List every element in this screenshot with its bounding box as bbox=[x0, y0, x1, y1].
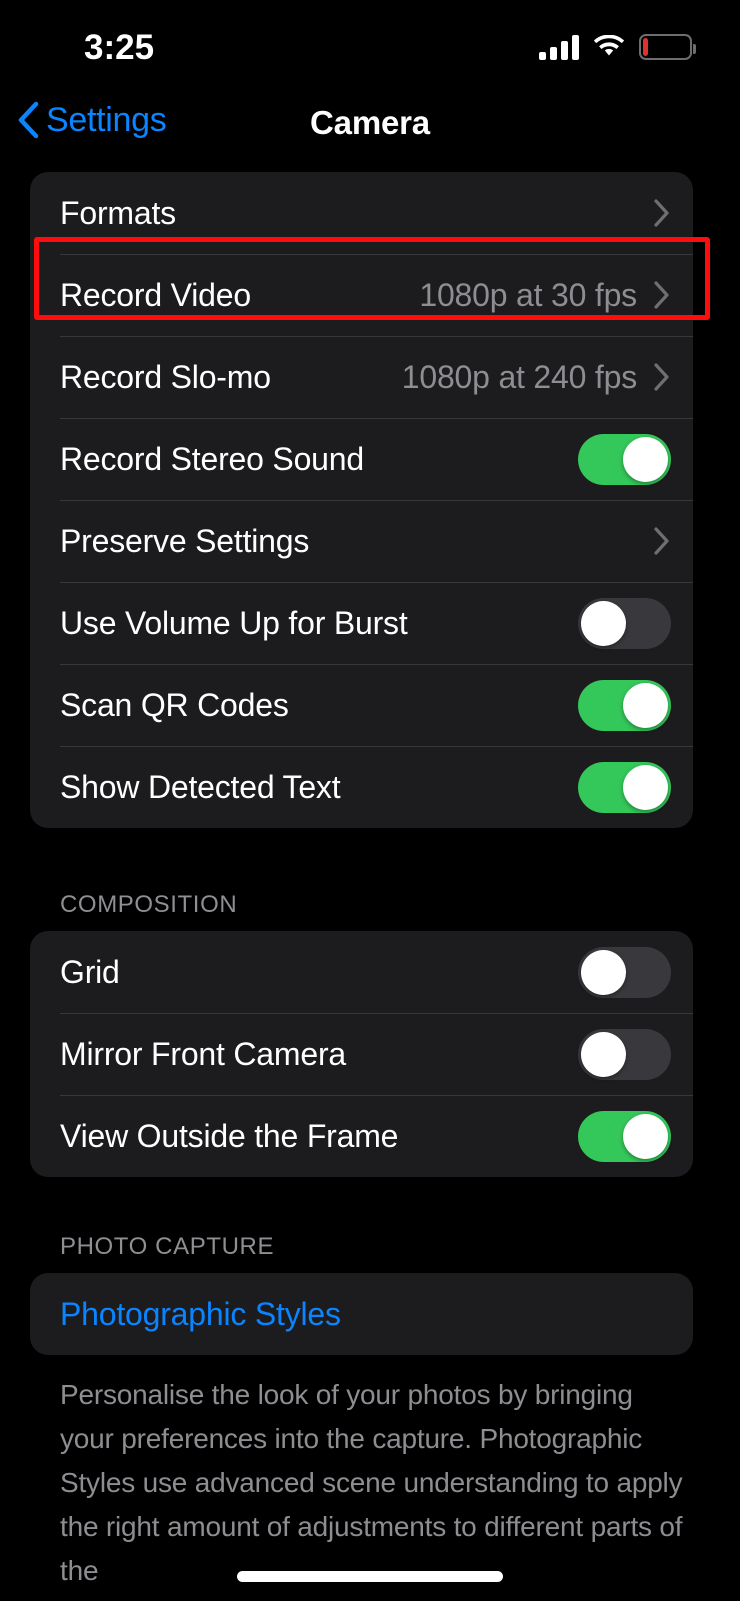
settings-list: Formats Record Video 1080p at 30 fps Rec… bbox=[0, 172, 740, 1593]
row-formats[interactable]: Formats bbox=[30, 172, 693, 254]
status-bar: 3:25 bbox=[0, 0, 740, 92]
row-mirror-front-camera[interactable]: Mirror Front Camera bbox=[30, 1013, 693, 1095]
toggle-view-outside-the-frame[interactable] bbox=[578, 1110, 671, 1162]
row-label: Use Volume Up for Burst bbox=[60, 604, 408, 641]
home-indicator[interactable] bbox=[237, 1571, 503, 1582]
row-label: Mirror Front Camera bbox=[60, 1035, 347, 1072]
chevron-right-icon bbox=[654, 527, 669, 555]
row-label: Preserve Settings bbox=[60, 522, 310, 559]
row-preserve-settings[interactable]: Preserve Settings bbox=[30, 500, 693, 582]
chevron-right-icon bbox=[654, 199, 669, 227]
navigation-bar: Settings Camera bbox=[0, 92, 740, 172]
row-label: Record Stereo Sound bbox=[60, 440, 364, 477]
group-header-photo-capture: PHOTO CAPTURE bbox=[60, 1233, 275, 1260]
chevron-right-icon bbox=[654, 281, 669, 309]
row-photographic-styles[interactable]: Photographic Styles bbox=[30, 1273, 693, 1355]
wifi-icon bbox=[593, 35, 625, 56]
toggle-scan-qr-codes[interactable] bbox=[578, 679, 671, 731]
row-value: 1080p at 240 fps bbox=[401, 358, 637, 395]
row-value: 1080p at 30 fps bbox=[419, 276, 637, 313]
row-record-video[interactable]: Record Video 1080p at 30 fps bbox=[30, 254, 693, 336]
row-label: Grid bbox=[60, 953, 120, 990]
row-use-volume-up-for-burst[interactable]: Use Volume Up for Burst bbox=[30, 582, 693, 664]
row-label: Photographic Styles bbox=[60, 1295, 341, 1332]
row-label: View Outside the Frame bbox=[60, 1117, 399, 1154]
page-title: Camera bbox=[310, 104, 430, 141]
battery-low-icon bbox=[639, 34, 696, 60]
toggle-record-stereo-sound[interactable] bbox=[578, 433, 671, 485]
toggle-use-volume-up-for-burst[interactable] bbox=[578, 597, 671, 649]
toggle-grid[interactable] bbox=[578, 946, 671, 998]
cellular-bars-icon bbox=[539, 34, 579, 60]
chevron-right-icon bbox=[654, 363, 669, 391]
settings-group-composition: Grid Mirror Front Camera View Outside th… bbox=[30, 931, 693, 1177]
row-view-outside-the-frame[interactable]: View Outside the Frame bbox=[30, 1095, 693, 1177]
row-record-slo-mo[interactable]: Record Slo-mo 1080p at 240 fps bbox=[30, 336, 693, 418]
status-time: 3:25 bbox=[84, 28, 155, 67]
row-record-stereo-sound[interactable]: Record Stereo Sound bbox=[30, 418, 693, 500]
row-show-detected-text[interactable]: Show Detected Text bbox=[30, 746, 693, 828]
row-label: Scan QR Codes bbox=[60, 686, 289, 723]
status-indicators bbox=[539, 34, 696, 60]
photo-capture-footer-text: Personalise the look of your photos by b… bbox=[60, 1379, 683, 1586]
row-label: Show Detected Text bbox=[60, 768, 341, 805]
settings-group-video: Formats Record Video 1080p at 30 fps Rec… bbox=[30, 172, 693, 828]
row-grid[interactable]: Grid bbox=[30, 931, 693, 1013]
row-label: Record Video bbox=[60, 276, 251, 313]
group-header-composition: COMPOSITION bbox=[60, 891, 238, 918]
row-scan-qr-codes[interactable]: Scan QR Codes bbox=[30, 664, 693, 746]
toggle-mirror-front-camera[interactable] bbox=[578, 1028, 671, 1080]
row-label: Record Slo-mo bbox=[60, 358, 271, 395]
toggle-show-detected-text[interactable] bbox=[578, 761, 671, 813]
row-label: Formats bbox=[60, 194, 176, 231]
settings-group-photo-capture: Photographic Styles bbox=[30, 1273, 693, 1355]
iphone-screen: 3:25 Settings Camera Formats Record Vide… bbox=[0, 0, 740, 1601]
